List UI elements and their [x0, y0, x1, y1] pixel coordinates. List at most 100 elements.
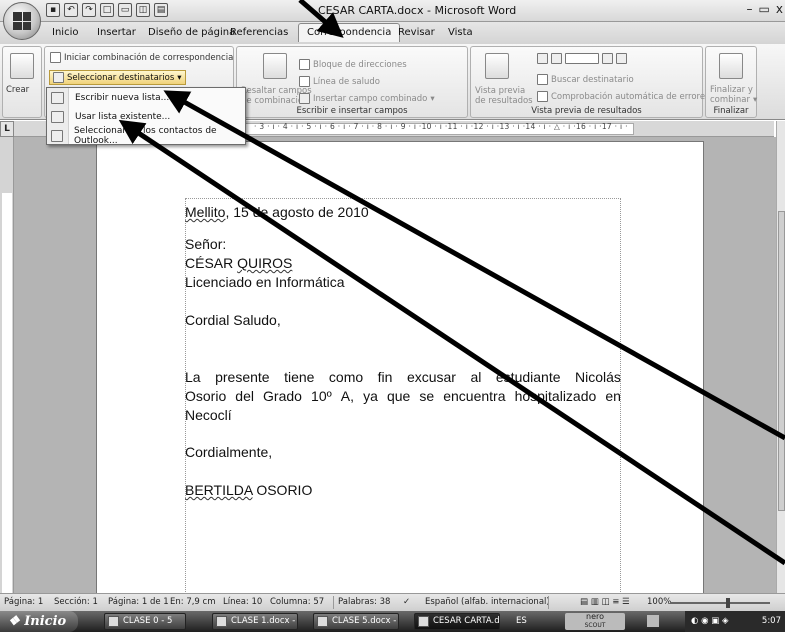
- language-indicator[interactable]: ES: [516, 616, 527, 626]
- system-tray: ◐ ◉ ▣ ◈ 5:07: [685, 611, 785, 632]
- bloque-direcciones-button[interactable]: Bloque de direcciones: [299, 59, 407, 70]
- status-en[interactable]: En: 7,9 cm: [170, 597, 216, 607]
- scrollbar-thumb[interactable]: [778, 211, 785, 511]
- group-escribir-insertar: Resaltar campos de combinación Bloque de…: [236, 46, 468, 118]
- tab-selector[interactable]: L: [0, 121, 14, 137]
- zoom-slider[interactable]: [670, 598, 770, 608]
- preview-results-icon: [485, 53, 509, 79]
- finalizar-y-label[interactable]: Finalizar y: [710, 85, 753, 95]
- taskbar-button-clase-0[interactable]: CLASE 0 - 5: [104, 613, 186, 630]
- taskbar-button-clase-1[interactable]: CLASE 1.docx - ...: [212, 613, 298, 630]
- folder-icon: [108, 616, 119, 627]
- de-resultados-label[interactable]: de resultados: [475, 96, 533, 106]
- status-idioma[interactable]: Español (alfab. internacional): [425, 597, 550, 607]
- comprobacion-button[interactable]: Comprobación automática de errores: [537, 91, 710, 102]
- tab-correspondencia[interactable]: Correspondencia: [298, 23, 401, 42]
- office-button[interactable]: [3, 2, 41, 40]
- draft-view-icon[interactable]: ☰: [622, 597, 630, 607]
- ribbon-tabs: Inicio Insertar Diseño de página Referen…: [0, 22, 785, 44]
- menu-item-label: Usar lista existente...: [75, 111, 171, 122]
- status-columna[interactable]: Columna: 57: [270, 597, 324, 607]
- menu-item-usar-lista-existente[interactable]: Usar lista existente...: [47, 107, 245, 126]
- nero-label: nero: [586, 612, 604, 621]
- view-buttons: ▤ ▥ ◫ ≡ ☰: [580, 597, 630, 607]
- tab-insertar[interactable]: Insertar: [97, 27, 136, 38]
- taskbar-button-cesar-carta[interactable]: CESAR CARTA.d...: [414, 613, 500, 630]
- minimize-button[interactable]: –: [747, 2, 753, 16]
- undo-icon[interactable]: ↶: [64, 3, 78, 17]
- linea-saludo-button[interactable]: Línea de saludo: [299, 76, 380, 87]
- tab-diseno-pagina[interactable]: Diseño de página: [148, 27, 235, 38]
- nero-scout-icon[interactable]: nero SCOUT: [565, 613, 625, 630]
- zoom-slider-knob[interactable]: [726, 598, 730, 608]
- seleccionar-destinatarios-button[interactable]: Seleccionar destinatarios ▾: [49, 70, 186, 85]
- status-bar: Página: 1 Sección: 1 Página: 1 de 1 En: …: [0, 593, 785, 611]
- outlook-contacts-icon: [51, 129, 63, 142]
- seleccionar-destinatarios-menu: Escribir nueva lista... Usar lista exist…: [46, 87, 246, 146]
- combinar-button[interactable]: combinar ▾: [710, 95, 757, 105]
- body-line-1: La presente tiene como fin excusar al estudiant…: [185, 369, 621, 385]
- status-linea[interactable]: Línea: 10: [223, 597, 262, 607]
- body-line-2: Osorio del Grado 10º A, ya que se encuentra hospi…: [185, 388, 621, 404]
- word: que: [386, 388, 411, 404]
- print-icon[interactable]: ▤: [154, 3, 168, 17]
- document-page[interactable]: Mellito, 15 de agosto de 2010 Señor: CÉS…: [96, 141, 704, 593]
- crear-button[interactable]: Crear: [6, 85, 29, 95]
- restore-button[interactable]: ▭: [759, 2, 770, 16]
- buscar-destinatario-button[interactable]: Buscar destinatario: [537, 74, 634, 85]
- status-seccion[interactable]: Sección: 1: [54, 597, 98, 607]
- status-separator: [333, 596, 334, 609]
- tray-icons[interactable]: ◐ ◉ ▣ ◈: [691, 616, 729, 626]
- print-layout-view-icon[interactable]: ▤: [580, 597, 588, 607]
- taskbar-button-clase-5[interactable]: CLASE 5.docx - ...: [313, 613, 399, 630]
- close-button[interactable]: x: [776, 2, 783, 16]
- start-button[interactable]: ❖ Inicio: [0, 611, 78, 632]
- title-bar: ▪ ↶ ↷ □ ▭ ◫ ▤ CESAR CARTA.docx - Microso…: [0, 0, 785, 22]
- new-list-icon: [51, 91, 64, 104]
- zoom-level[interactable]: 100%: [647, 597, 671, 607]
- status-palabras[interactable]: Palabras: 38: [338, 597, 390, 607]
- vertical-ruler[interactable]: [0, 137, 14, 593]
- tab-inicio[interactable]: Inicio: [52, 27, 78, 38]
- group-vista-previa-label: Vista previa de resultados: [531, 106, 642, 116]
- tab-vista[interactable]: Vista: [448, 27, 473, 38]
- proofing-icon[interactable]: ✓: [403, 597, 410, 607]
- insertar-campo-label: Insertar campo combinado: [313, 93, 428, 104]
- greeting: Cordial Saludo,: [185, 312, 281, 328]
- address-block-icon: [299, 59, 310, 70]
- tab-referencias[interactable]: Referencias: [230, 27, 288, 38]
- iniciar-combinacion-button[interactable]: Iniciar combinación de correspondencia▾: [50, 52, 241, 63]
- status-pagina[interactable]: Página: 1: [4, 597, 43, 607]
- signature-last-name: OSORIO: [252, 482, 313, 498]
- vertical-scrollbar[interactable]: [776, 121, 785, 593]
- redo-icon[interactable]: ↷: [82, 3, 96, 17]
- web-layout-icon[interactable]: ◫: [601, 597, 609, 607]
- save-icon[interactable]: ▪: [46, 3, 60, 17]
- place-name: Mellito: [185, 204, 226, 220]
- next-record-icon[interactable]: [602, 53, 613, 64]
- bloque-direcciones-label: Bloque de direcciones: [313, 59, 407, 70]
- menu-item-escribir-nueva-lista[interactable]: Escribir nueva lista...: [47, 88, 245, 107]
- taskbar-button-label: CLASE 0 - 5: [123, 616, 173, 626]
- record-number-input[interactable]: [565, 53, 599, 64]
- linea-saludo-label: Línea de saludo: [313, 76, 380, 87]
- outline-view-icon[interactable]: ≡: [612, 597, 619, 607]
- tab-revisar[interactable]: Revisar: [398, 27, 435, 38]
- insertar-campo-button[interactable]: Insertar campo combinado ▾: [299, 93, 435, 104]
- word: Nicolás: [575, 369, 621, 385]
- full-screen-reading-icon[interactable]: ▥: [591, 597, 599, 607]
- new-document-icon[interactable]: □: [100, 3, 114, 17]
- body-line-3: Necoclí: [185, 407, 232, 423]
- previous-record-icon[interactable]: [551, 53, 562, 64]
- tray-arrow-icon[interactable]: [647, 615, 659, 627]
- print-preview-icon[interactable]: ◫: [136, 3, 150, 17]
- last-record-icon[interactable]: [616, 53, 627, 64]
- menu-item-contactos-outlook[interactable]: Seleccionar de los contactos de Outlook.…: [47, 126, 245, 146]
- word: en: [605, 388, 621, 404]
- open-icon[interactable]: ▭: [118, 3, 132, 17]
- word-icon: [216, 616, 227, 627]
- word: excusar: [406, 369, 456, 385]
- status-pagina-de[interactable]: Página: 1 de 1: [108, 597, 169, 607]
- first-record-icon[interactable]: [537, 53, 548, 64]
- vista-previa-label[interactable]: Vista previa: [475, 86, 525, 96]
